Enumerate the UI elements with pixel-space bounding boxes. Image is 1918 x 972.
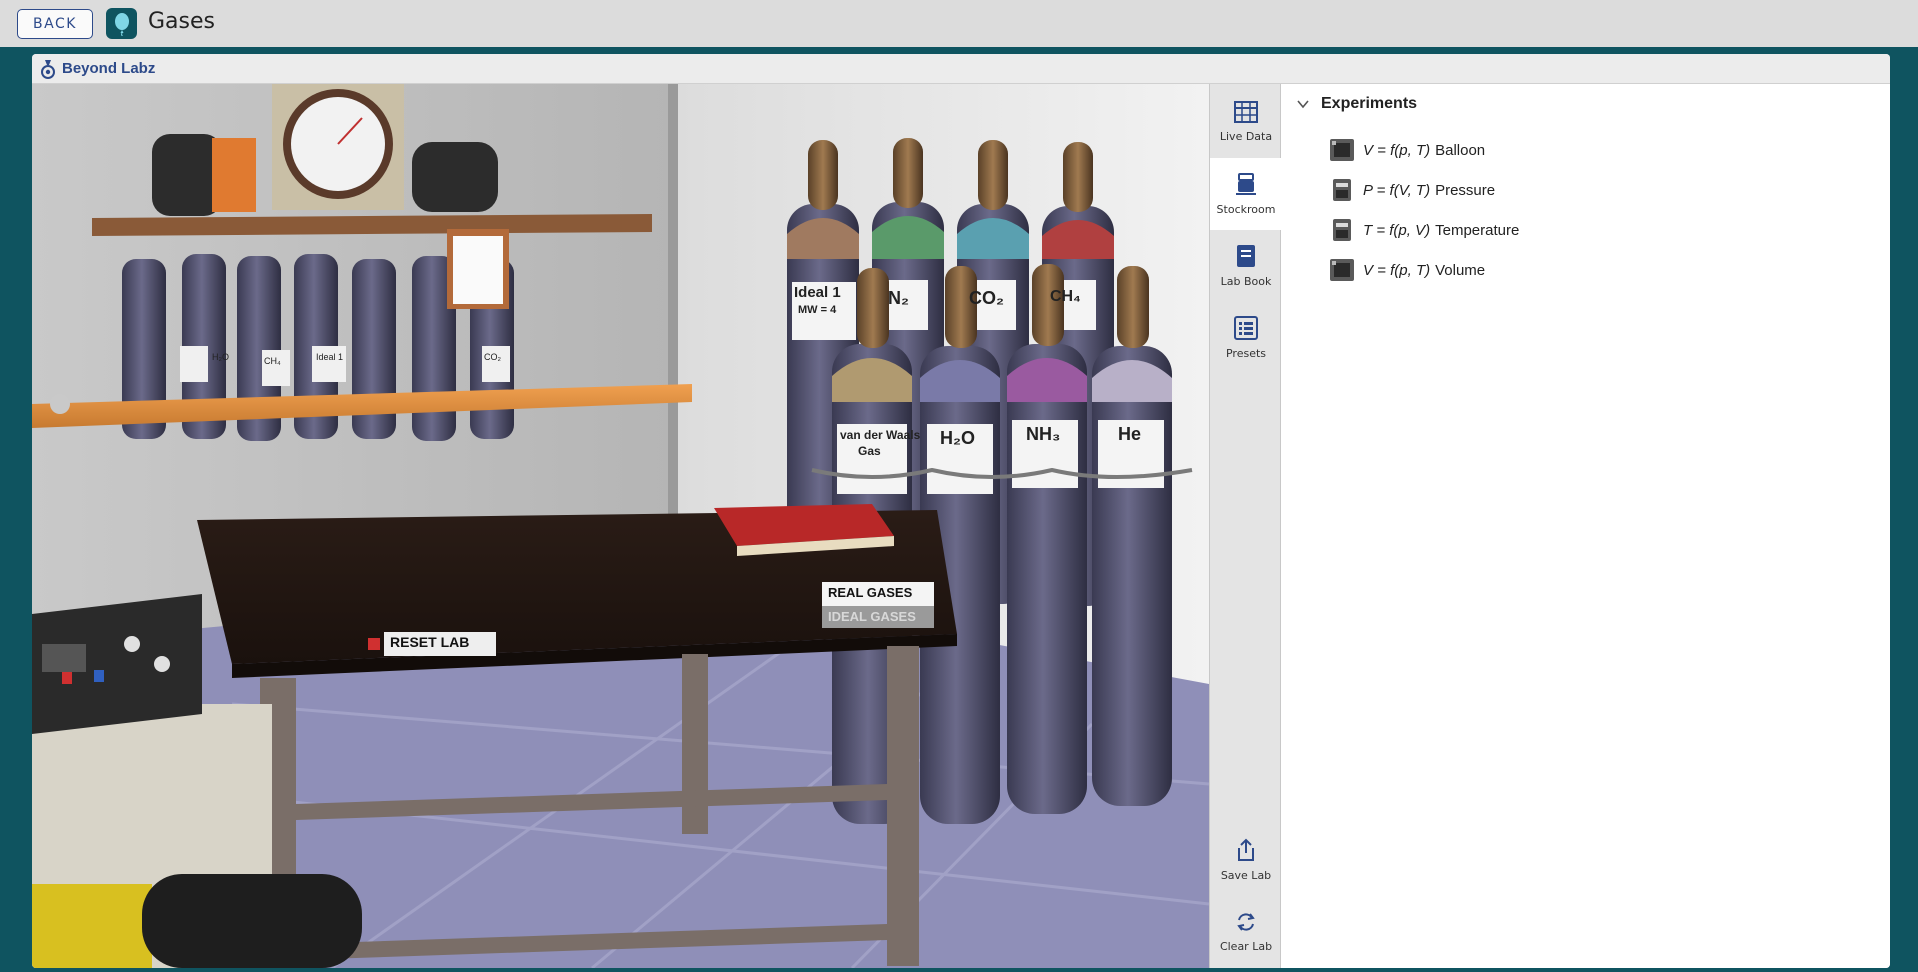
rail-label-lab-book: Lab Book: [1220, 275, 1272, 288]
lab-book-icon: [1235, 244, 1257, 272]
pressure-apparatus-icon: [1329, 178, 1355, 202]
experiment-name: Balloon: [1435, 141, 1486, 159]
rail-label-clear-lab: Clear Lab: [1219, 940, 1273, 953]
experiment-formula: P = f(V, T): [1363, 181, 1431, 199]
back-button[interactable]: BACK: [17, 9, 93, 39]
stockroom-icon: [1234, 172, 1258, 200]
rail-label-save-lab: Save Lab: [1220, 869, 1272, 882]
top-bar: BACK Gases: [0, 0, 1918, 47]
chevron-down-icon[interactable]: [1297, 94, 1309, 113]
rail-item-live-data[interactable]: Live Data: [1210, 86, 1282, 158]
rail-item-stockroom[interactable]: Stockroom: [1210, 158, 1282, 230]
rail-item-save-lab[interactable]: Save Lab: [1210, 824, 1282, 896]
share-upload-icon: [1235, 838, 1257, 866]
rail-item-presets[interactable]: Presets: [1210, 302, 1282, 374]
experiment-name: Volume: [1435, 261, 1486, 279]
lab-scene[interactable]: [32, 84, 1209, 968]
temperature-apparatus-icon: [1329, 218, 1355, 242]
experiment-name: Temperature: [1435, 221, 1520, 239]
lab-window: Beyond Labz Live Data Stockroom Lab Book…: [32, 54, 1890, 968]
presets-list-icon: [1234, 316, 1258, 344]
balloon-icon: [106, 8, 137, 39]
experiment-pressure[interactable]: P = f(V, T) Pressure: [1329, 175, 1495, 205]
app-title: Gases: [148, 9, 215, 34]
volume-apparatus-icon: [1329, 258, 1355, 282]
experiment-name: Pressure: [1435, 181, 1496, 199]
rail-label-presets: Presets: [1225, 347, 1267, 360]
table-grid-icon: [1234, 101, 1258, 127]
rail-label-live-data: Live Data: [1219, 130, 1273, 143]
refresh-icon: [1235, 911, 1257, 937]
experiments-panel: Experiments V = f(p, T) Balloon P = f(V,…: [1281, 84, 1890, 968]
brand-name: Beyond Labz: [62, 60, 156, 77]
beyond-labz-logo-icon: [39, 57, 57, 85]
brand-bar: Beyond Labz: [32, 54, 1890, 84]
side-nav-rail: Live Data Stockroom Lab Book Presets Sav…: [1209, 84, 1282, 968]
experiment-formula: V = f(p, T): [1363, 141, 1431, 159]
experiment-temperature[interactable]: T = f(p, V) Temperature: [1329, 215, 1519, 245]
experiment-formula: V = f(p, T): [1363, 261, 1431, 279]
balloon-apparatus-icon: [1329, 138, 1355, 162]
experiment-formula: T = f(p, V): [1363, 221, 1431, 239]
experiment-balloon[interactable]: V = f(p, T) Balloon: [1329, 135, 1485, 165]
experiments-header[interactable]: Experiments: [1297, 94, 1417, 113]
experiment-volume[interactable]: V = f(p, T) Volume: [1329, 255, 1485, 285]
experiments-title: Experiments: [1321, 94, 1418, 112]
rail-item-lab-book[interactable]: Lab Book: [1210, 230, 1282, 302]
rail-item-clear-lab[interactable]: Clear Lab: [1210, 896, 1282, 968]
rail-label-stockroom: Stockroom: [1216, 203, 1276, 216]
